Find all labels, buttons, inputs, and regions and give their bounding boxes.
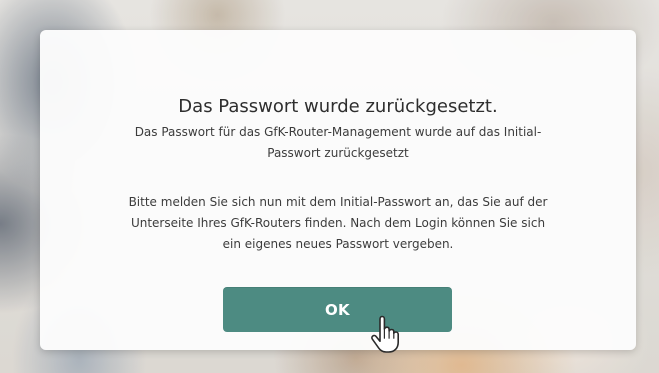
dialog-message-login: Bitte melden Sie sich nun mit dem Initia… (128, 195, 548, 251)
ok-button[interactable]: OK (223, 287, 452, 332)
dialog-message-reset: Das Passwort für das GfK-Router-Manageme… (134, 125, 542, 160)
password-reset-dialog: Das Passwort wurde zurückgesetzt. Das Pa… (40, 30, 636, 350)
dialog-title: Das Passwort wurde zurückgesetzt. (178, 96, 498, 117)
